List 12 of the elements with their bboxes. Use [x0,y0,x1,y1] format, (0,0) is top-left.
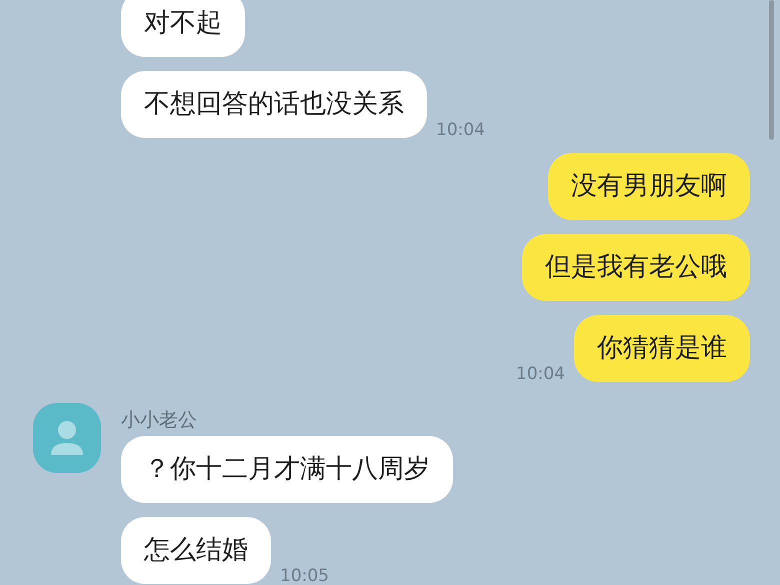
message-bubble: 怎么结婚 [121,517,271,584]
message-bubble: 你猜猜是谁 [574,315,750,382]
message-time: 10:05 [280,566,329,585]
message-bubble: 不想回答的话也没关系 [121,71,427,138]
message-bubble: 对不起 [121,0,245,57]
message-bubble: ？你十二月才满十八周岁 [121,436,453,503]
message-bubble: 但是我有老公哦 [522,234,750,301]
sender-name: 小小老公 [121,410,198,430]
message-time: 10:04 [516,364,565,384]
avatar-icon[interactable] [33,403,101,473]
message-bubble: 没有男朋友啊 [548,153,750,220]
message-time: 10:04 [436,120,485,140]
